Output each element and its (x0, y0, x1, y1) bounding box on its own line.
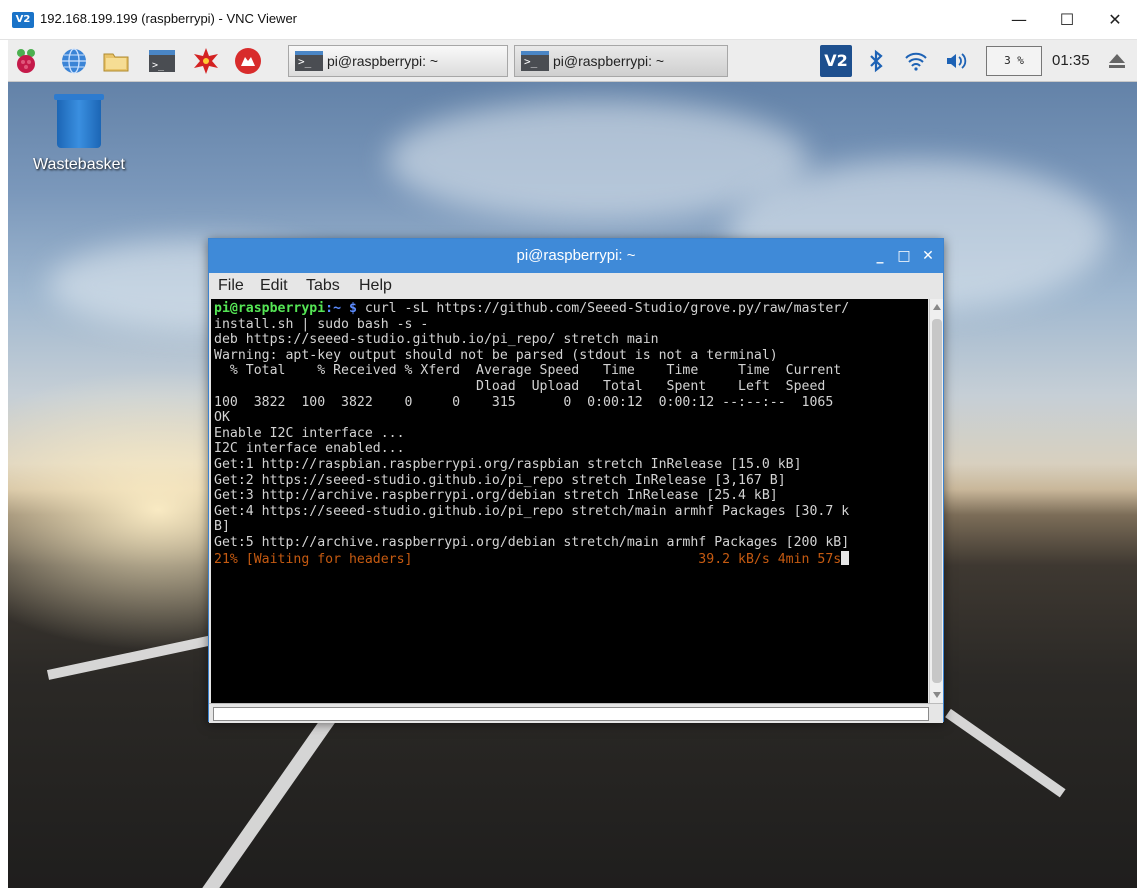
text-cursor (841, 550, 850, 565)
terminal-horizontal-scroll[interactable] (213, 707, 929, 721)
svg-text:>_: >_ (152, 60, 165, 71)
terminal-line: Get:3 http://archive.raspberrypi.org/deb… (214, 488, 778, 504)
cpu-usage-monitor[interactable]: 3 % (986, 46, 1042, 76)
terminal-close-button[interactable]: ✕ (917, 245, 939, 267)
prompt-path: :~ $ (325, 301, 357, 316)
file-manager-icon[interactable] (102, 47, 130, 75)
scroll-up-icon[interactable] (932, 302, 942, 312)
terminal-title: pi@raspberrypi: ~ (516, 247, 636, 264)
scroll-down-icon[interactable] (932, 690, 942, 700)
terminal-maximize-button[interactable]: □ (893, 245, 915, 267)
mathematica-icon[interactable] (192, 47, 220, 75)
menu-edit[interactable]: Edit (260, 277, 288, 295)
wastebasket-icon (57, 100, 101, 148)
taskbar-task-terminal-1[interactable]: >_ pi@raspberrypi: ~ (288, 45, 508, 77)
clock[interactable]: 01:35 (1052, 52, 1090, 69)
menu-tabs[interactable]: Tabs (306, 277, 340, 295)
prompt-user: pi@raspberrypi (214, 301, 326, 316)
terminal-line: Get:4 https://seeed-studio.github.io/pi_… (214, 503, 850, 519)
road-marking (46, 634, 216, 680)
task-label: pi@raspberrypi: ~ (327, 53, 439, 69)
terminal-line: 100 3822 100 3822 0 0 315 0 0:00:12 0:00… (214, 394, 834, 410)
menu-file[interactable]: File (218, 277, 244, 295)
scrollbar-thumb[interactable] (932, 319, 942, 683)
terminal-output[interactable]: pi@raspberrypi:~ $ curl -sL https://gith… (211, 299, 928, 703)
vnc-window-title: 192.168.199.199 (raspberrypi) - VNC View… (40, 11, 298, 26)
terminal-titlebar[interactable]: pi@raspberrypi: ~ _ □ ✕ (209, 239, 943, 273)
eject-icon[interactable] (1106, 51, 1128, 71)
terminal-line: deb https://seeed-studio.github.io/pi_re… (214, 332, 659, 348)
terminal-line: Dload Upload Total Spent Left Speed (214, 378, 826, 394)
remote-desktop: >_ >_ pi@raspberrypi: ~ >_ pi@raspberryp… (8, 40, 1137, 888)
road-marking (202, 707, 340, 888)
menu-help[interactable]: Help (359, 277, 392, 295)
raspberry-taskbar: >_ >_ pi@raspberrypi: ~ >_ pi@raspberryp… (8, 40, 1137, 82)
terminal-line: Warning: apt-key output should not be pa… (214, 347, 778, 363)
close-button[interactable]: ✕ (1092, 4, 1137, 36)
terminal-prompt-line: pi@raspberrypi:~ $ curl -sL https://gith… (214, 301, 925, 317)
desktop-icon-wastebasket[interactable]: Wastebasket (24, 94, 134, 174)
apt-progress: 21% [Waiting for headers] 39.2 kB/s 4min… (214, 551, 842, 567)
terminal-icon: >_ (295, 51, 323, 71)
bluetooth-icon[interactable] (864, 49, 888, 73)
terminal-window: pi@raspberrypi: ~ _ □ ✕ File Edit Tabs H… (208, 238, 944, 723)
terminal-icon[interactable]: >_ (148, 47, 176, 75)
terminal-menubar: File Edit Tabs Help (209, 273, 943, 299)
prompt-command: curl -sL https://github.com/Seeed-Studio… (356, 301, 850, 316)
terminal-line: % Total % Received % Xferd Average Speed… (214, 363, 842, 379)
minimize-button[interactable]: — (996, 4, 1042, 36)
wifi-icon[interactable] (904, 49, 928, 73)
terminal-minimize-button[interactable]: _ (869, 245, 891, 267)
vnc-logo-icon: V2 (12, 12, 34, 28)
vnc-tray-icon[interactable]: V2 (820, 45, 852, 77)
task-label: pi@raspberrypi: ~ (553, 53, 665, 69)
terminal-line: Enable I2C interface ... (214, 425, 405, 441)
taskbar-task-terminal-2[interactable]: >_ pi@raspberrypi: ~ (514, 45, 728, 77)
wolfram-icon[interactable] (234, 47, 262, 75)
vnc-titlebar: V2 192.168.199.199 (raspberrypi) - VNC V… (0, 0, 1137, 40)
terminal-icon: >_ (521, 51, 549, 71)
maximize-button[interactable]: ☐ (1044, 4, 1090, 36)
terminal-line: Get:2 https://seeed-studio.github.io/pi_… (214, 472, 786, 488)
web-browser-icon[interactable] (60, 47, 88, 75)
terminal-line: B] (214, 519, 230, 535)
desktop-icon-label: Wastebasket (33, 156, 125, 173)
cloud-decoration (388, 100, 808, 220)
raspberry-menu-icon[interactable] (12, 47, 40, 75)
road-marking (945, 708, 1066, 798)
terminal-bottom-bar (209, 703, 943, 723)
terminal-line: I2C interface enabled... (214, 441, 405, 457)
terminal-line: install.sh | sudo bash -s - (214, 316, 429, 332)
volume-icon[interactable] (944, 49, 968, 73)
terminal-line: Get:1 http://raspbian.raspberrypi.org/ra… (214, 456, 802, 472)
terminal-line: Get:5 http://archive.raspberrypi.org/deb… (214, 534, 850, 550)
terminal-line: OK (214, 410, 230, 426)
terminal-progress-line: 21% [Waiting for headers] 39.2 kB/s 4min… (214, 550, 925, 567)
terminal-scrollbar[interactable] (929, 299, 943, 703)
